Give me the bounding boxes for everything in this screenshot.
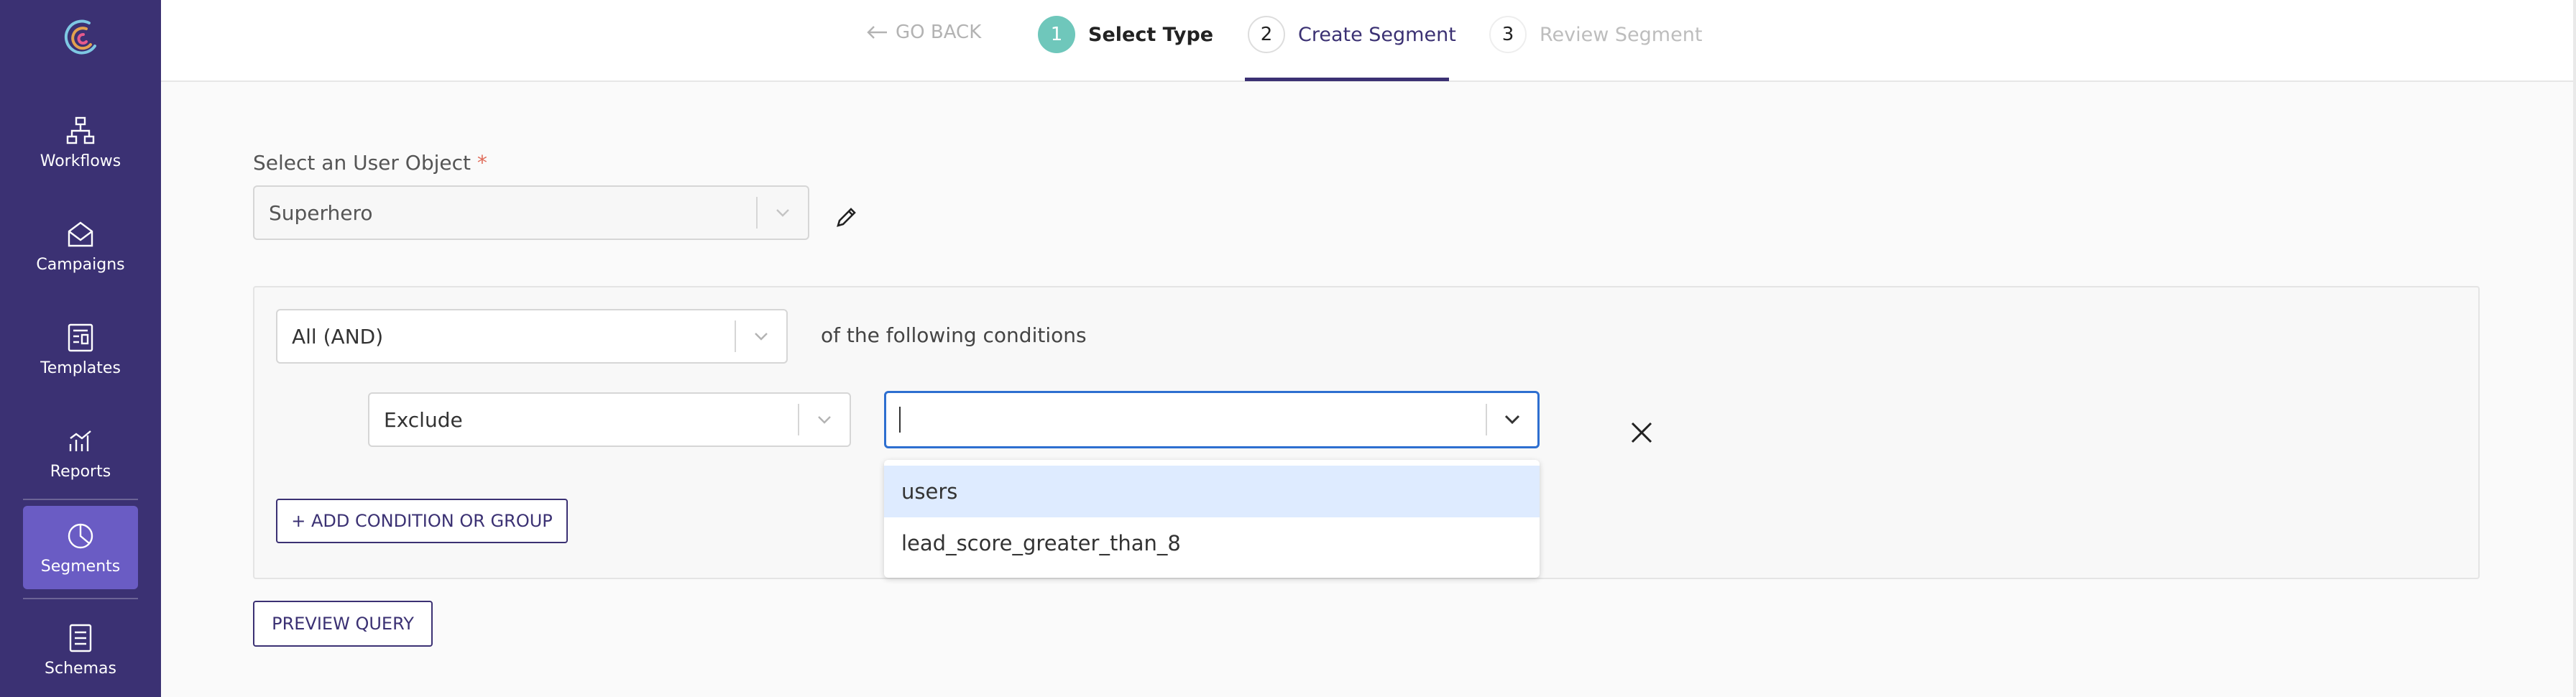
chart-icon — [69, 430, 91, 451]
sidebar-item-label: Workflows — [40, 152, 121, 170]
sidebar-item-workflows[interactable]: Workflows — [23, 101, 138, 184]
user-object-select[interactable]: Superhero — [253, 185, 809, 240]
text-caret — [899, 407, 901, 433]
step-select-type[interactable]: 1 Select Type — [1038, 16, 1213, 53]
go-back-button[interactable]: GO BACK — [865, 22, 981, 43]
step-create-segment[interactable]: 2 Create Segment — [1248, 16, 1456, 53]
template-icon — [68, 323, 93, 351]
document-icon — [69, 624, 92, 652]
sidebar-divider — [23, 598, 138, 599]
envelope-icon — [68, 221, 93, 246]
sidebar-item-segments[interactable]: Segments — [23, 506, 138, 589]
sidebar-item-label: Templates — [40, 359, 121, 377]
conditions-text: of the following conditions — [821, 323, 1087, 347]
dropdown-option[interactable]: users — [884, 466, 1540, 517]
include-exclude-value: Exclude — [384, 407, 463, 432]
chevron-down-icon[interactable] — [736, 331, 786, 341]
sidebar-item-templates[interactable]: Templates — [23, 308, 138, 391]
match-type-select[interactable]: All (AND) — [276, 309, 788, 364]
arrow-left-icon — [867, 26, 887, 39]
user-object-label: Select an User Object * — [253, 151, 487, 175]
sidebar-item-schemas[interactable]: Schemas — [23, 608, 138, 691]
step-number: 3 — [1489, 16, 1527, 53]
sidebar-item-label: Campaigns — [36, 255, 125, 274]
stepper-bar: GO BACK 1 Select Type 2 Create Segment 3… — [161, 0, 2576, 82]
sidebar-item-label: Schemas — [45, 659, 116, 678]
include-exclude-select[interactable]: Exclude — [368, 392, 851, 447]
workflow-icon — [66, 116, 95, 144]
user-object-label-text: Select an User Object — [253, 151, 471, 175]
sidebar-item-label: Segments — [40, 557, 121, 576]
chevron-down-icon[interactable] — [799, 415, 850, 425]
add-condition-button[interactable]: + ADD CONDITION OR GROUP — [276, 499, 568, 543]
preview-query-button[interactable]: PREVIEW QUERY — [253, 601, 433, 647]
chevron-down-icon[interactable] — [758, 208, 808, 218]
pie-icon — [68, 523, 93, 548]
sidebar-divider — [23, 499, 138, 500]
step-label: Create Segment — [1298, 23, 1456, 46]
required-mark: * — [477, 151, 487, 175]
sidebar-item-label: Reports — [50, 462, 111, 481]
segment-search-select[interactable] — [884, 391, 1540, 448]
close-icon[interactable] — [1629, 420, 1655, 446]
brand-logo-icon[interactable] — [58, 14, 104, 60]
sidebar-item-campaigns[interactable]: Campaigns — [23, 204, 138, 287]
pencil-icon[interactable] — [834, 206, 858, 230]
dropdown-option[interactable]: lead_score_greater_than_8 — [884, 517, 1540, 569]
step-number: 2 — [1248, 16, 1285, 53]
step-label: Review Segment — [1540, 23, 1703, 46]
sidebar-item-reports[interactable]: Reports — [23, 411, 138, 494]
step-label: Select Type — [1088, 23, 1214, 46]
sidebar: Workflows Campaigns Templates Reports Se… — [0, 0, 161, 697]
segment-options-dropdown: users lead_score_greater_than_8 — [884, 460, 1540, 578]
step-number: 1 — [1038, 16, 1075, 53]
active-step-underline — [1245, 78, 1449, 81]
scrollbar[interactable] — [2573, 0, 2576, 697]
chevron-down-icon[interactable] — [1487, 414, 1537, 425]
match-type-value: All (AND) — [292, 324, 384, 348]
user-object-value: Superhero — [269, 200, 373, 225]
step-review-segment[interactable]: 3 Review Segment — [1489, 16, 1702, 53]
go-back-label: GO BACK — [896, 22, 982, 43]
